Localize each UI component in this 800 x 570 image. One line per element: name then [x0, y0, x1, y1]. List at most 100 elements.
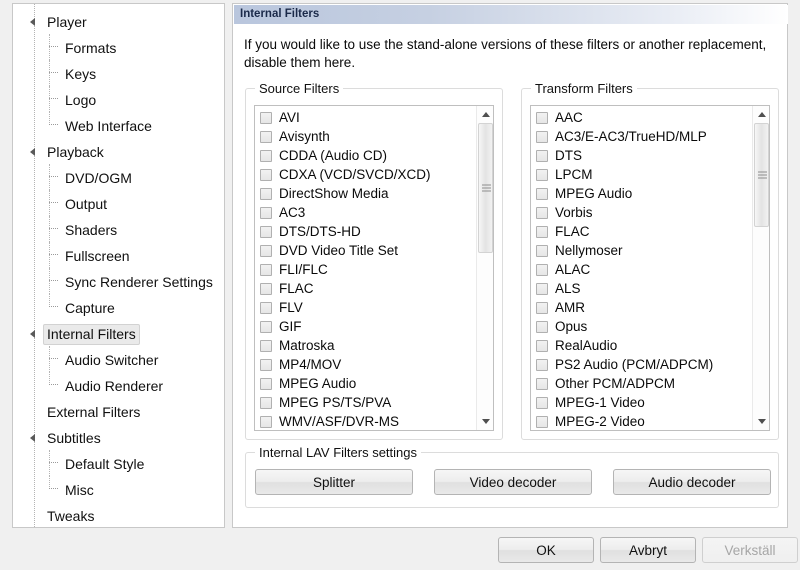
filter-list-item[interactable]: WMV/ASF/DVR-MS — [255, 412, 476, 430]
checkbox-icon[interactable] — [536, 130, 548, 143]
tree-item-dvd-ogm[interactable]: DVD/OGM — [13, 164, 224, 190]
tree-item-output[interactable]: Output — [13, 190, 224, 216]
checkbox-icon[interactable] — [260, 301, 272, 314]
video-decoder-button[interactable]: Video decoder — [434, 469, 592, 495]
scroll-down-button[interactable] — [753, 413, 769, 430]
checkbox-icon[interactable] — [260, 263, 272, 276]
tree-item-audio-switcher[interactable]: Audio Switcher — [13, 346, 224, 372]
filter-list-item[interactable]: PS2 Audio (PCM/ADPCM) — [531, 355, 752, 374]
tree-item-playback[interactable]: Playback — [13, 138, 224, 164]
filter-list-item[interactable]: FLAC — [255, 279, 476, 298]
tree-item-player[interactable]: Player — [13, 8, 224, 34]
filter-list-item[interactable]: Other PCM/ADPCM — [531, 374, 752, 393]
scrollbar-thumb[interactable] — [754, 123, 769, 227]
tree-item-subtitles[interactable]: Subtitles — [13, 424, 224, 450]
tree-item-web-interface[interactable]: Web Interface — [13, 112, 224, 138]
expander-triangle-icon[interactable] — [30, 330, 35, 338]
filter-list-item[interactable]: Matroska — [255, 336, 476, 355]
tree-item-sync-renderer-settings[interactable]: Sync Renderer Settings — [13, 268, 224, 294]
filter-list-item[interactable]: MP4/MOV — [255, 355, 476, 374]
checkbox-icon[interactable] — [536, 339, 548, 352]
transform-filters-listbox[interactable]: AAC AC3/E-AC3/TrueHD/MLP DTS LPCM MPEG Audio… — [530, 105, 770, 431]
checkbox-icon[interactable] — [260, 111, 272, 124]
tree-item-tweaks[interactable]: Tweaks — [13, 502, 224, 527]
filter-list-item[interactable]: MPEG-1 Video — [531, 393, 752, 412]
settings-tree[interactable]: Player Formats Keys Logo Web Interface Playba… — [12, 3, 225, 528]
filter-list-item[interactable]: AC3/E-AC3/TrueHD/MLP — [531, 127, 752, 146]
checkbox-icon[interactable] — [536, 263, 548, 276]
checkbox-icon[interactable] — [536, 415, 548, 428]
expander-triangle-icon[interactable] — [30, 148, 35, 156]
tree-item-keys[interactable]: Keys — [13, 60, 224, 86]
checkbox-icon[interactable] — [260, 168, 272, 181]
checkbox-icon[interactable] — [536, 396, 548, 409]
transform-filters-items[interactable]: AAC AC3/E-AC3/TrueHD/MLP DTS LPCM MPEG Audio… — [531, 106, 752, 430]
filter-list-item[interactable]: CDDA (Audio CD) — [255, 146, 476, 165]
filter-list-item[interactable]: FLAC — [531, 222, 752, 241]
filter-list-item[interactable]: AAC — [531, 108, 752, 127]
filter-list-item[interactable]: AC3 — [255, 203, 476, 222]
tree-item-logo[interactable]: Logo — [13, 86, 224, 112]
scrollbar-thumb[interactable] — [478, 123, 493, 253]
checkbox-icon[interactable] — [260, 396, 272, 409]
checkbox-icon[interactable] — [260, 130, 272, 143]
checkbox-icon[interactable] — [536, 244, 548, 257]
tree-item-fullscreen[interactable]: Fullscreen — [13, 242, 224, 268]
filter-list-item[interactable]: DVD Video Title Set — [255, 241, 476, 260]
checkbox-icon[interactable] — [260, 320, 272, 333]
checkbox-icon[interactable] — [536, 225, 548, 238]
filter-list-item[interactable]: GIF — [255, 317, 476, 336]
checkbox-icon[interactable] — [536, 187, 548, 200]
tree-item-capture[interactable]: Capture — [13, 294, 224, 320]
filter-list-item[interactable]: MPEG Audio — [255, 374, 476, 393]
filter-list-item[interactable]: Opus — [531, 317, 752, 336]
filter-list-item[interactable]: DTS — [531, 146, 752, 165]
transform-filters-scrollbar[interactable] — [752, 106, 769, 430]
filter-list-item[interactable]: DTS/DTS-HD — [255, 222, 476, 241]
tree-item-default-style[interactable]: Default Style — [13, 450, 224, 476]
checkbox-icon[interactable] — [260, 358, 272, 371]
filter-list-item[interactable]: Avisynth — [255, 127, 476, 146]
checkbox-icon[interactable] — [260, 187, 272, 200]
tree-item-shaders[interactable]: Shaders — [13, 216, 224, 242]
ok-button[interactable]: OK — [498, 537, 594, 563]
tree-item-formats[interactable]: Formats — [13, 34, 224, 60]
expander-triangle-icon[interactable] — [30, 434, 35, 442]
checkbox-icon[interactable] — [536, 358, 548, 371]
filter-list-item[interactable]: ALAC — [531, 260, 752, 279]
checkbox-icon[interactable] — [260, 415, 272, 428]
checkbox-icon[interactable] — [536, 320, 548, 333]
source-filters-listbox[interactable]: AVI Avisynth CDDA (Audio CD) CDXA (VCD/SVCD… — [254, 105, 494, 431]
checkbox-icon[interactable] — [260, 339, 272, 352]
checkbox-icon[interactable] — [260, 225, 272, 238]
checkbox-icon[interactable] — [536, 149, 548, 162]
tree-item-external-filters[interactable]: External Filters — [13, 398, 224, 424]
tree-item-internal-filters[interactable]: Internal Filters — [13, 320, 224, 346]
filter-list-item[interactable]: MPEG-2 Video — [531, 412, 752, 430]
tree-item-misc[interactable]: Misc — [13, 476, 224, 502]
checkbox-icon[interactable] — [536, 282, 548, 295]
filter-list-item[interactable]: RealAudio — [531, 336, 752, 355]
filter-list-item[interactable]: AVI — [255, 108, 476, 127]
filter-list-item[interactable]: AMR — [531, 298, 752, 317]
checkbox-icon[interactable] — [260, 282, 272, 295]
splitter-button[interactable]: Splitter — [255, 469, 413, 495]
checkbox-icon[interactable] — [536, 377, 548, 390]
scroll-up-button[interactable] — [477, 106, 493, 123]
checkbox-icon[interactable] — [536, 206, 548, 219]
filter-list-item[interactable]: FLI/FLC — [255, 260, 476, 279]
cancel-button[interactable]: Avbryt — [600, 537, 696, 563]
filter-list-item[interactable]: Vorbis — [531, 203, 752, 222]
scroll-up-button[interactable] — [753, 106, 769, 123]
filter-list-item[interactable]: FLV — [255, 298, 476, 317]
checkbox-icon[interactable] — [260, 244, 272, 257]
audio-decoder-button[interactable]: Audio decoder — [613, 469, 771, 495]
checkbox-icon[interactable] — [536, 168, 548, 181]
source-filters-scrollbar[interactable] — [476, 106, 493, 430]
checkbox-icon[interactable] — [260, 377, 272, 390]
filter-list-item[interactable]: MPEG Audio — [531, 184, 752, 203]
filter-list-item[interactable]: LPCM — [531, 165, 752, 184]
checkbox-icon[interactable] — [260, 206, 272, 219]
checkbox-icon[interactable] — [260, 149, 272, 162]
expander-triangle-icon[interactable] — [30, 18, 35, 26]
